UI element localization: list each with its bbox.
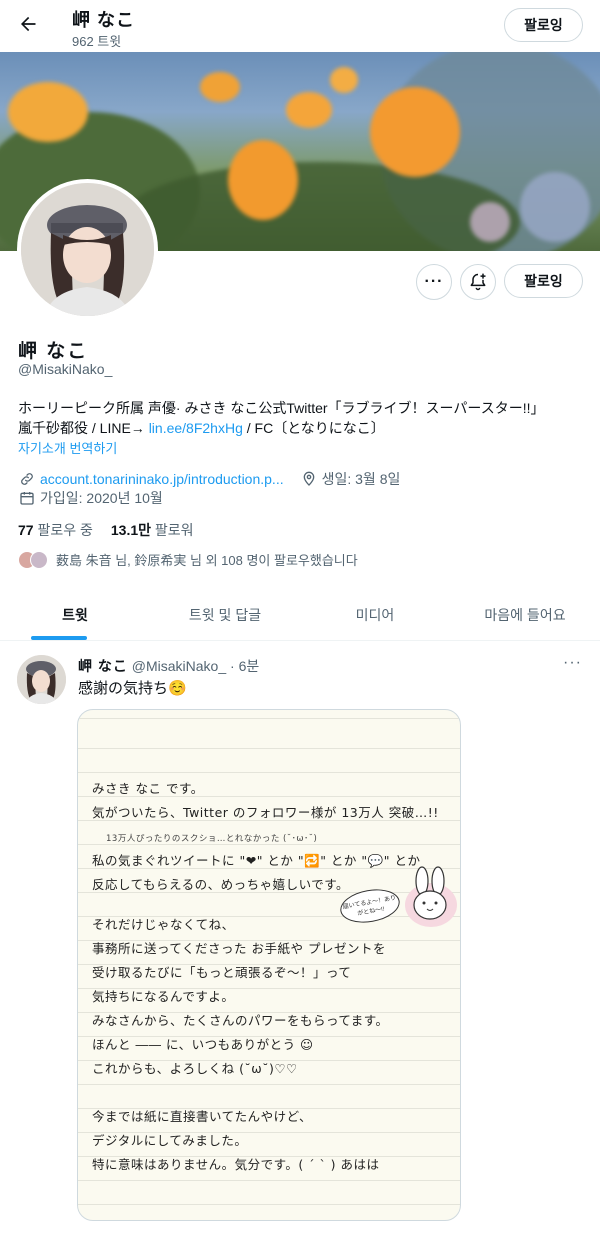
header-following-button[interactable]: 팔로잉 [504, 8, 583, 42]
tweet-more-icon[interactable]: ··· [563, 654, 582, 672]
tab-label: 마음에 들어요 [484, 606, 566, 623]
profile-name: 岬 なこ [18, 341, 89, 362]
tab-tweets[interactable]: 트윗 [0, 589, 150, 640]
bell-plus-icon [470, 273, 486, 291]
following-stat[interactable]: 77 팔로우 중 [18, 520, 93, 540]
note-line: これからも、よろしくね (˘ω˘)♡♡ [92, 1061, 298, 1076]
profile-meta-row: account.tonarininako.jp/introduction.p..… [18, 469, 400, 489]
followed-by-text: 薮島 朱音 님, 鈴原希実 님 외 108 명이 팔로우했습니다 [56, 553, 358, 568]
line-link[interactable]: lin.ee/8F2hxHg [149, 420, 243, 436]
note-line: 今までは紙に直接書いてたんやけど、 [92, 1109, 313, 1124]
tweet-author-name[interactable]: 岬 なこ [78, 658, 128, 674]
profile-bio: ホーリーピーク所属 声優· みさき なこ公式Twitter「ラブライブ！スーパー… [18, 398, 588, 438]
tab-likes[interactable]: 마음에 들어요 [450, 589, 600, 640]
bio-text: 嵐千砂都役 / LINE→ [18, 420, 149, 436]
following-label: 팔로우 중 [37, 522, 93, 538]
note-line: 気持ちになるんですよ。 [92, 989, 235, 1004]
link-icon [18, 470, 36, 488]
note-line: みなさんから、たくさんのパワーをもらってます。 [92, 1013, 389, 1028]
note-line: ほんと ―― に、いつもありがとう ☺ [92, 1037, 314, 1052]
bio-line-2: 嵐千砂都役 / LINE→ lin.ee/8F2hxHg / FC〔となりになこ… [18, 418, 588, 438]
followers-count: 13.1만 [110, 522, 152, 538]
notifications-button[interactable] [460, 264, 496, 300]
profile-avatar[interactable] [17, 179, 158, 320]
tweet-header: 岬 なこ @MisakiNako_ · 6분 [78, 656, 259, 676]
tweet-text: 感謝の気持ち☺️ [78, 680, 187, 697]
back-arrow-icon[interactable] [14, 10, 42, 38]
note-line: デジタルにしてみました。 [92, 1133, 248, 1148]
profile-handle: @MisakiNako_ [18, 361, 113, 377]
note-line: 受け取るたびに「もっと頑張るぞ〜！」って [92, 965, 352, 980]
note-line: 13万人ぴったりのスクショ…とれなかった (˘･ω･˘) [106, 834, 318, 844]
note-line: 反応してもらえるの、めっちゃ嬉しいです。 [92, 877, 350, 892]
note-line: 気がついたら、Twitter のフォロワー様が 13万人 突破…!! [92, 805, 439, 820]
joined-date: 가입일: 2020년 10월 [40, 490, 163, 506]
tweet-avatar[interactable] [17, 655, 66, 704]
tweet-time[interactable]: · 6분 [230, 658, 259, 674]
calendar-icon [18, 489, 36, 507]
tab-label: 트윗 및 답글 [188, 606, 262, 623]
follower-avatar [30, 550, 48, 569]
note-line: みさき なこ です。 [92, 781, 204, 796]
ellipsis-icon: ··· [424, 273, 444, 290]
tweet-author-handle[interactable]: @MisakiNako_ [132, 658, 226, 674]
note-line: 特に意味はありません。気分です。( ´ ` ) あはは [92, 1157, 380, 1172]
profile-tabs: 트윗 트윗 및 답글 미디어 마음에 들어요 [0, 589, 600, 641]
note-line: それだけじゃなくてね、 [92, 917, 235, 932]
tab-media[interactable]: 미디어 [300, 589, 450, 640]
profile-following-button[interactable]: 팔로잉 [504, 264, 583, 298]
followed-by[interactable]: 薮島 朱音 님, 鈴原希実 님 외 108 명이 팔로우했습니다 [18, 550, 358, 569]
birthday: 생일: 3월 8일 [321, 471, 401, 487]
profile-joined-row: 가입일: 2020년 10월 [18, 488, 163, 508]
tweet-image[interactable]: みさき なこ です。 気がついたら、Twitter のフォロワー様が 13万人 … [77, 709, 461, 1221]
tab-tweets-replies[interactable]: 트윗 및 답글 [150, 589, 300, 640]
top-bar: 岬 なこ 962 트윗 팔로잉 [0, 0, 600, 52]
bio-line-1: ホーリーピーク所属 声優· みさき なこ公式Twitter「ラブライブ！スーパー… [18, 400, 545, 416]
bunny-doodle-icon [405, 866, 457, 927]
tweet-count: 962 트윗 [72, 34, 122, 49]
note-line: 事務所に送ってくださった お手紙や プレゼントを [92, 941, 386, 956]
header-name: 岬 なこ [72, 10, 136, 30]
followers-stat[interactable]: 13.1만 팔로워 [111, 520, 194, 540]
active-tab-indicator [31, 636, 87, 640]
translate-bio-link[interactable]: 자기소개 번역하기 [18, 438, 117, 457]
followers-label: 팔로워 [154, 522, 194, 538]
more-options-button[interactable]: ··· [416, 264, 452, 300]
follow-stats: 77 팔로우 중 13.1만 팔로워 [18, 520, 194, 540]
bio-text: / FC〔となりになこ〕 [242, 420, 385, 436]
location-pin-icon [300, 470, 318, 488]
tab-label: 트윗 [62, 606, 88, 623]
tab-label: 미디어 [355, 606, 395, 623]
profile-url[interactable]: account.tonarininako.jp/introduction.p..… [40, 471, 284, 487]
following-count: 77 [18, 522, 34, 538]
note-line: 私の気まぐれツイートに "❤" とか "🔁" とか "💬" とか [92, 853, 421, 868]
